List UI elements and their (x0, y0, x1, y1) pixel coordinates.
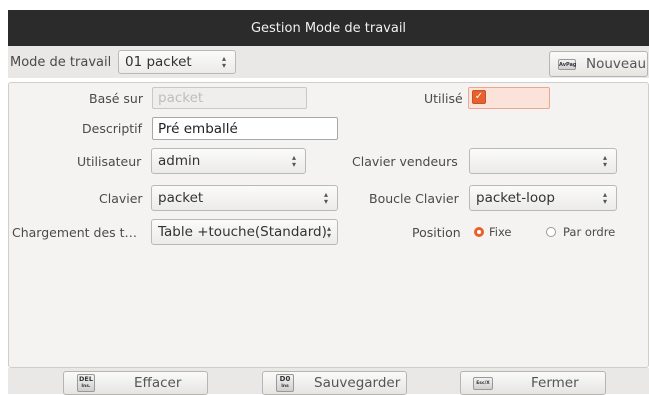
delete-key-bottom: Ins. (81, 384, 91, 389)
seller-keyboard-label: Clavier vendeurs (352, 154, 458, 169)
loading-select[interactable]: Table +touche(Standard) ▴ ▾ (151, 219, 338, 245)
keyboard-loop-select[interactable]: packet-loop ▴ ▾ (469, 185, 617, 211)
delete-button-label: Effacer (134, 375, 182, 391)
seller-keyboard-select[interactable]: ▴ ▾ (469, 148, 617, 174)
keyboard-select-value: packet (158, 190, 204, 206)
keyboard-loop-label: Boucle Clavier (369, 191, 459, 206)
pagedown-key-icon: AvPag (558, 59, 576, 70)
position-option-par-ordre: Par ordre (563, 225, 616, 239)
window-title: Gestion Mode de travail (250, 20, 407, 36)
mode-select-value: 01 packet (125, 54, 192, 70)
mode-label: Mode de travail (10, 55, 112, 70)
position-radio-par-ordre[interactable] (546, 227, 556, 237)
close-button-label: Fermer (531, 375, 579, 391)
select-arrows-icon: ▴ ▾ (326, 224, 331, 240)
select-arrows-icon: ▴ ▾ (221, 54, 226, 70)
position-option-fixe: Fixe (489, 225, 512, 239)
delete-key-icon: DEL Ins. (77, 374, 95, 392)
select-arrows-icon: ▴ ▾ (291, 153, 296, 169)
description-field[interactable]: Pré emballé (152, 117, 338, 140)
new-button-label: Nouveau (586, 56, 647, 72)
base-field: packet (152, 87, 307, 109)
save-button[interactable]: D0 Ins Sauvegarder (262, 371, 407, 395)
description-value: Pré emballé (158, 120, 238, 137)
delete-key-top: DEL (79, 375, 93, 383)
select-arrows-icon: ▴ ▾ (323, 190, 328, 206)
delete-button[interactable]: DEL Ins. Effacer (63, 371, 208, 395)
keyboard-select[interactable]: packet ▴ ▾ (151, 185, 338, 211)
window-titlebar: Gestion Mode de travail (8, 10, 649, 46)
base-field-placeholder: packet (158, 90, 204, 106)
user-label: Utilisateur (77, 154, 142, 169)
base-label: Basé sur (89, 91, 143, 106)
save-button-label: Sauvegarder (314, 375, 401, 391)
escape-key-icon: Esc/X (473, 377, 493, 390)
select-arrows-icon: ▴ ▾ (602, 153, 607, 169)
user-select-value: admin (158, 153, 201, 169)
used-checkbox[interactable]: ✓ (472, 90, 486, 104)
mode-select[interactable]: 01 packet ▴ ▾ (118, 50, 236, 74)
position-radio-fixe[interactable] (474, 227, 484, 237)
select-arrows-icon: ▴ ▾ (602, 190, 607, 206)
used-label: Utilisé (424, 91, 463, 106)
save-key-icon: D0 Ins (276, 374, 294, 392)
new-button[interactable]: AvPag Nouveau (549, 51, 648, 77)
close-button[interactable]: Esc/X Fermer (460, 371, 606, 395)
user-select[interactable]: admin ▴ ▾ (151, 148, 306, 174)
save-key-bottom: Ins (281, 384, 289, 389)
save-key-top: D0 (279, 375, 291, 383)
keyboard-loop-value: packet-loop (476, 190, 555, 206)
keyboard-label: Clavier (99, 191, 143, 206)
position-label: Position (412, 225, 461, 240)
loading-select-value: Table +touche(Standard) (158, 224, 327, 240)
loading-label: Chargement des t… (12, 225, 138, 240)
description-label: Descriptif (82, 121, 143, 136)
